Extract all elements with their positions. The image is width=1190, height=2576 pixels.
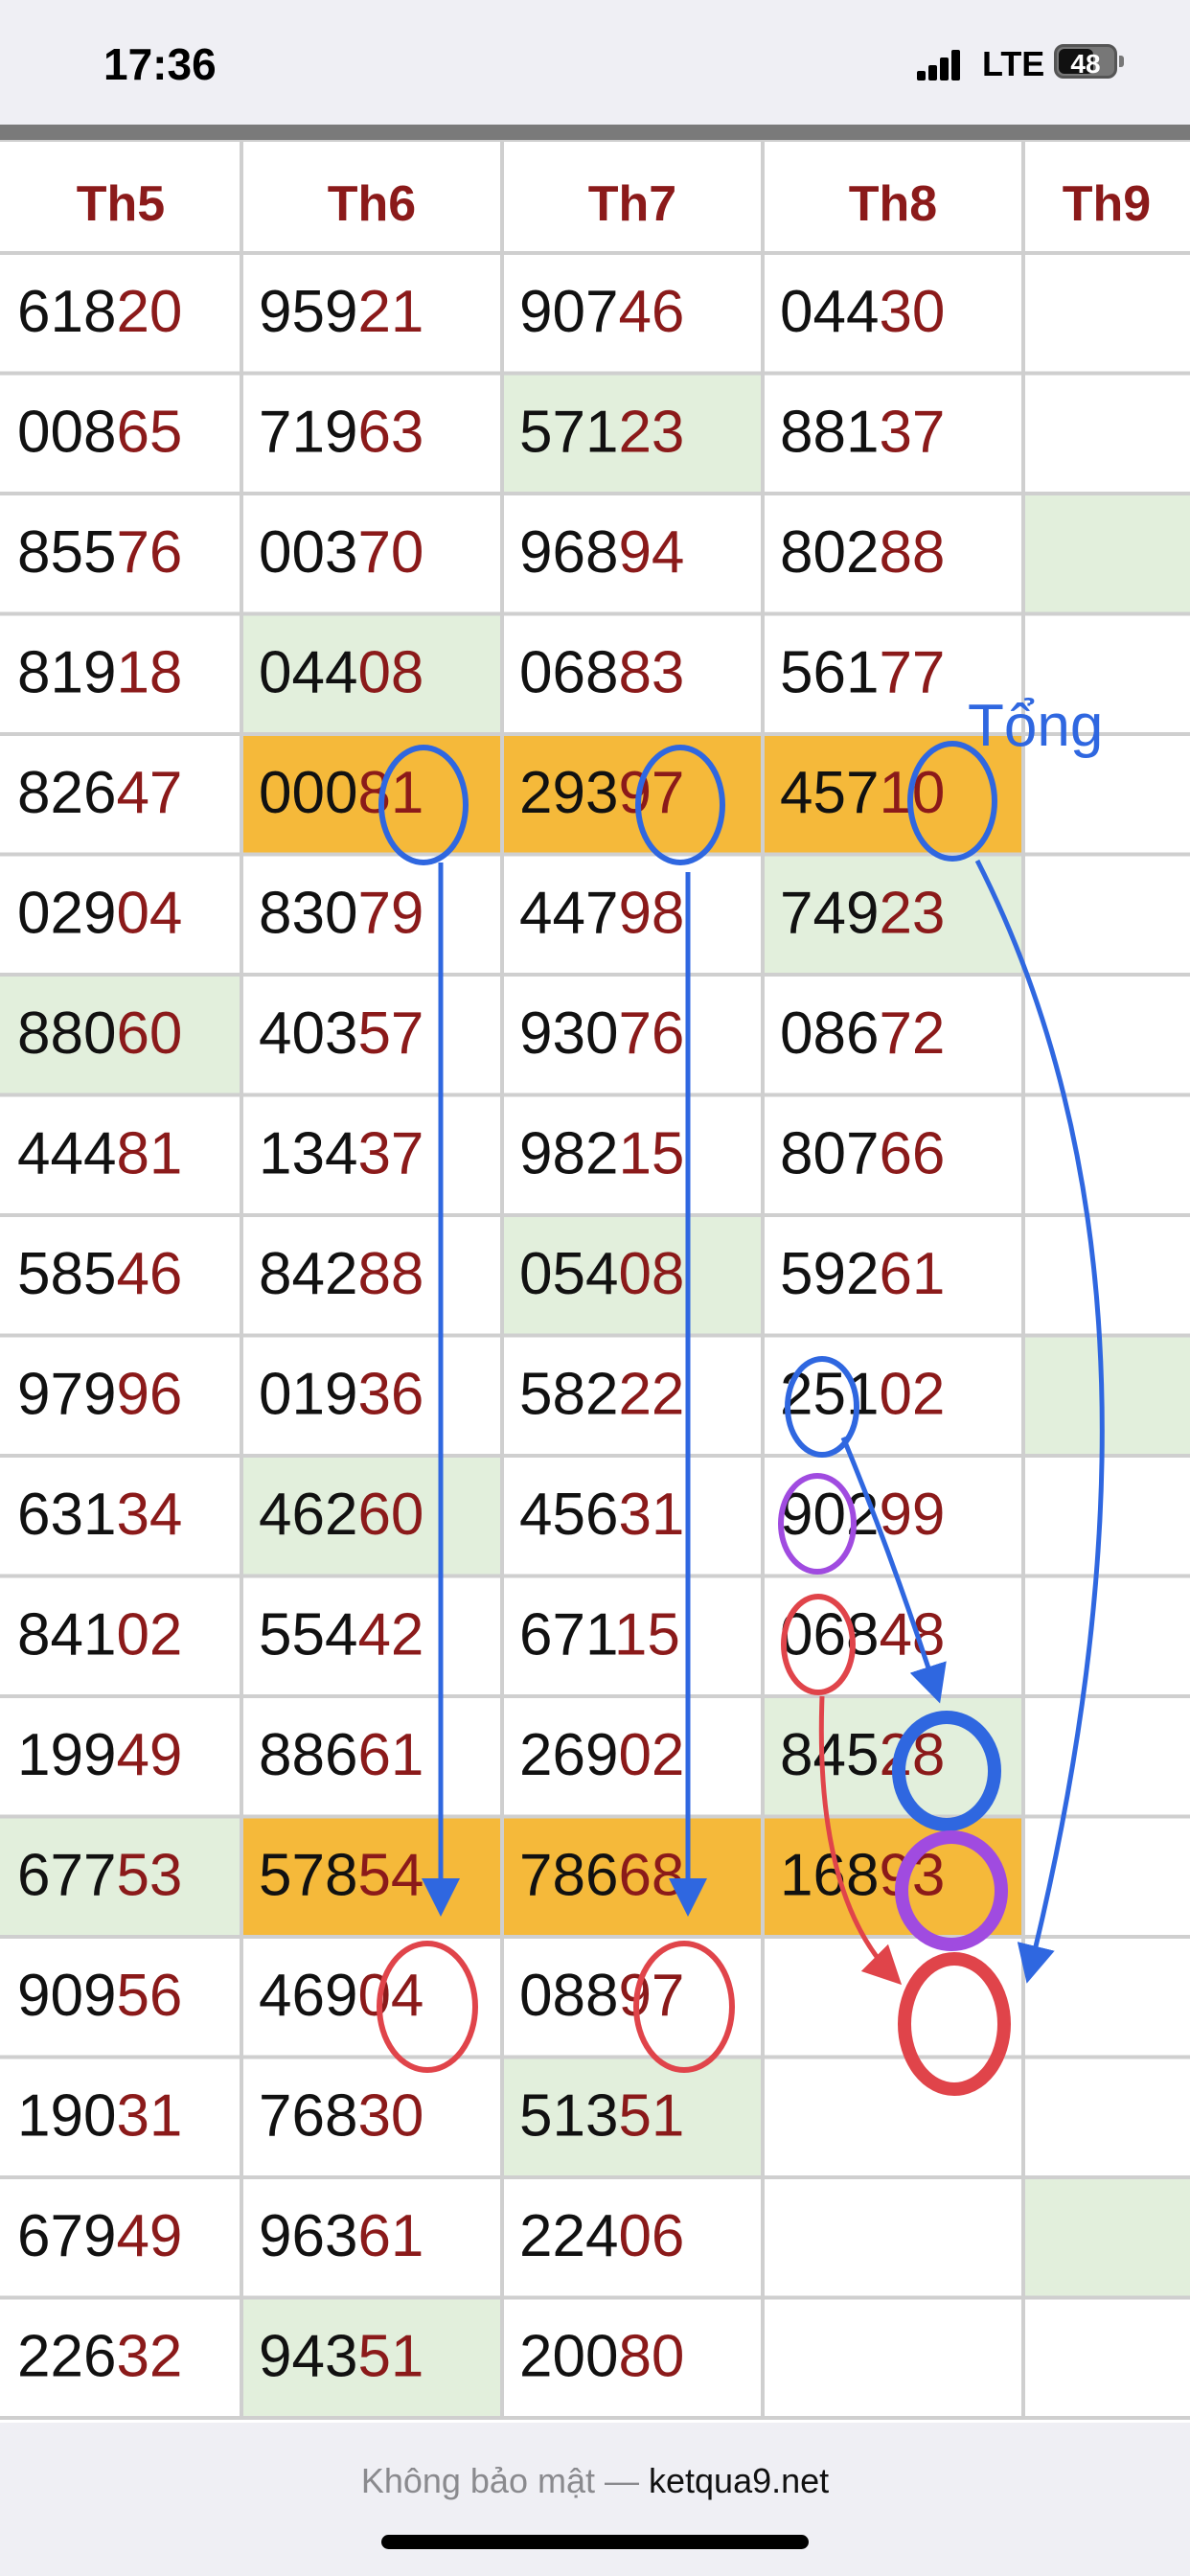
purple-circle-mark xyxy=(895,1830,1008,1951)
blue-circle-mark xyxy=(635,745,725,865)
domain-label[interactable]: ketqua9.net xyxy=(649,2461,829,2500)
url-bar[interactable]: Không bảo mật — ketqua9.net xyxy=(0,2461,1190,2501)
home-indicator[interactable] xyxy=(381,2535,809,2549)
purple-circle-mark xyxy=(778,1473,857,1575)
annotation-label: Tổng xyxy=(968,693,1103,759)
red-arrow xyxy=(818,1695,903,1986)
curved-arrow xyxy=(974,859,1105,1984)
red-circle-mark xyxy=(377,1941,478,2073)
red-circle-mark xyxy=(633,1941,735,2073)
hand-annotations: Tổng xyxy=(377,693,1105,2096)
blue-zero-mark xyxy=(892,1711,1001,1831)
blue-circle-mark xyxy=(378,745,469,865)
red-zero-mark xyxy=(898,1952,1011,2096)
security-label: Không bảo mật — xyxy=(360,2461,639,2500)
red-circle-mark xyxy=(781,1594,856,1695)
diagonal-arrow xyxy=(840,1437,947,1704)
blue-circle-mark xyxy=(907,741,997,862)
